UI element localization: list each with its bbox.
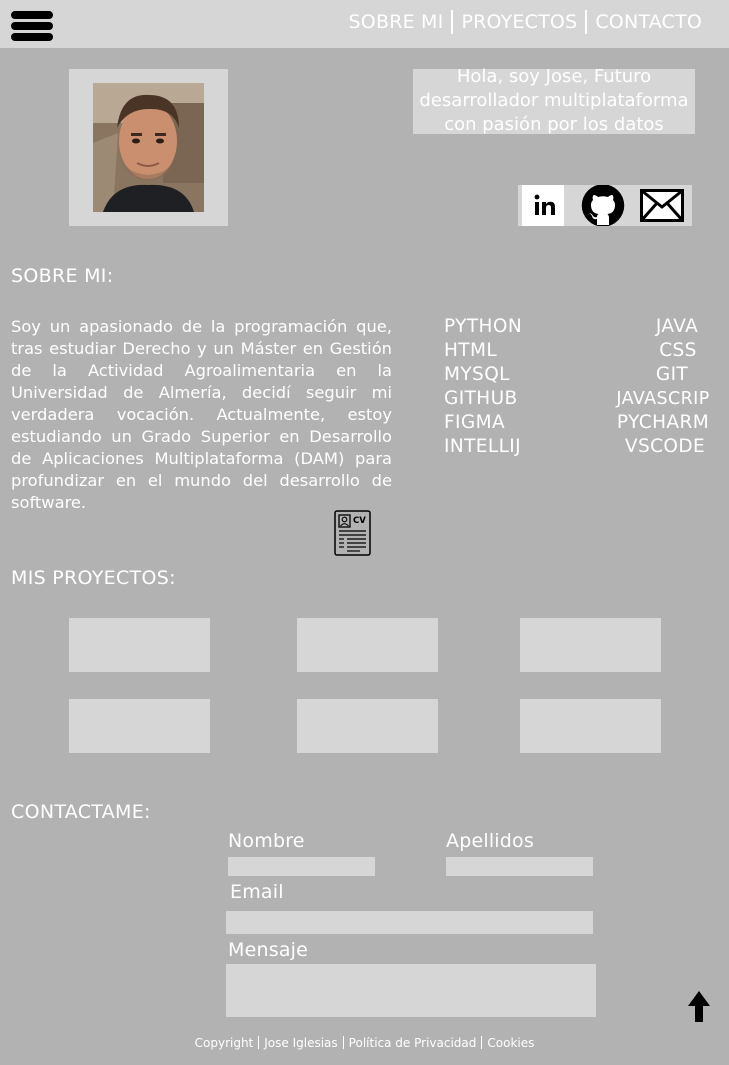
cv-icon-label: CV (353, 516, 366, 526)
social-links (518, 184, 692, 227)
name-input[interactable] (228, 857, 375, 876)
skill-item: HTML (444, 340, 498, 361)
nav-separator (585, 10, 588, 34)
nav-separator (451, 10, 454, 34)
contact-title: CONTACTAME: (11, 801, 151, 823)
projects-title: MIS PROYECTOS: (11, 567, 176, 589)
skill-item: FIGMA (444, 412, 506, 433)
footer-separator (258, 1036, 260, 1049)
name-label: Nombre (228, 830, 305, 852)
project-card[interactable] (69, 618, 210, 672)
email-label: Email (230, 881, 284, 903)
about-title: SOBRE MI: (11, 265, 114, 287)
linkedin-icon[interactable] (522, 185, 564, 226)
project-card[interactable] (520, 618, 661, 672)
footer-separator (481, 1036, 483, 1049)
intro-line: Hola, soy Jose, Futuro (456, 66, 652, 87)
surname-label: Apellidos (446, 830, 534, 852)
skills-left-column: PYTHON HTML MYSQL GITHUB FIGMA INTELLIJ (444, 315, 522, 459)
project-card[interactable] (69, 699, 210, 753)
cookies-link[interactable]: Cookies (487, 1036, 534, 1050)
nav-about-link[interactable]: SOBRE MI (349, 11, 444, 33)
author-link[interactable]: Jose Iglesias (264, 1036, 337, 1050)
skills-right-column: JAVA CSS GIT JAVASCRIP PYCHARM VSCODE (605, 315, 721, 459)
intro-box: Hola, soy Jose, Futuro desarrollador mul… (413, 66, 695, 135)
privacy-link[interactable]: Política de Privacidad (349, 1036, 477, 1050)
skill-item: PYCHARM (616, 412, 710, 433)
skill-item: VSCODE (624, 436, 706, 457)
project-card[interactable] (297, 618, 438, 672)
skill-item: JAVA (655, 316, 699, 337)
skill-item: INTELLIJ (444, 436, 522, 457)
project-card[interactable] (520, 699, 661, 753)
skill-item: CSS (659, 340, 697, 361)
skill-item: JAVASCRIP (616, 389, 710, 409)
skill-item: MYSQL (444, 364, 510, 385)
intro-line: desarrollador multiplataforma (419, 90, 689, 111)
cv-document-icon[interactable]: CV (334, 510, 371, 556)
message-label: Mensaje (228, 939, 309, 961)
skill-item: GITHUB (444, 388, 518, 409)
profile-photo (93, 83, 204, 212)
message-textarea[interactable] (226, 964, 596, 1017)
header-bar: SOBRE MI PROYECTOS CONTACTO (0, 0, 729, 48)
arrow-up-icon[interactable] (688, 991, 710, 1022)
hamburger-menu-icon[interactable] (11, 11, 53, 41)
copyright-link[interactable]: Copyright (195, 1036, 254, 1050)
surname-input[interactable] (446, 857, 593, 876)
footer: Copyright Jose Iglesias Política de Privac… (0, 1036, 729, 1050)
about-paragraph: Soy un apasionado de la programación que… (11, 317, 392, 512)
main-nav: SOBRE MI PROYECTOS CONTACTO (349, 10, 702, 34)
email-input[interactable] (226, 911, 593, 934)
intro-line: con pasión por los datos (444, 114, 664, 135)
nav-contact-link[interactable]: CONTACTO (595, 11, 702, 33)
profile-photo-frame (69, 69, 228, 226)
footer-separator (342, 1036, 344, 1049)
skill-item: GIT (655, 364, 689, 385)
nav-projects-link[interactable]: PROYECTOS (461, 11, 577, 33)
github-icon[interactable] (581, 184, 625, 227)
mail-icon[interactable] (640, 189, 684, 222)
project-card[interactable] (297, 699, 438, 753)
skill-item: PYTHON (444, 316, 523, 337)
